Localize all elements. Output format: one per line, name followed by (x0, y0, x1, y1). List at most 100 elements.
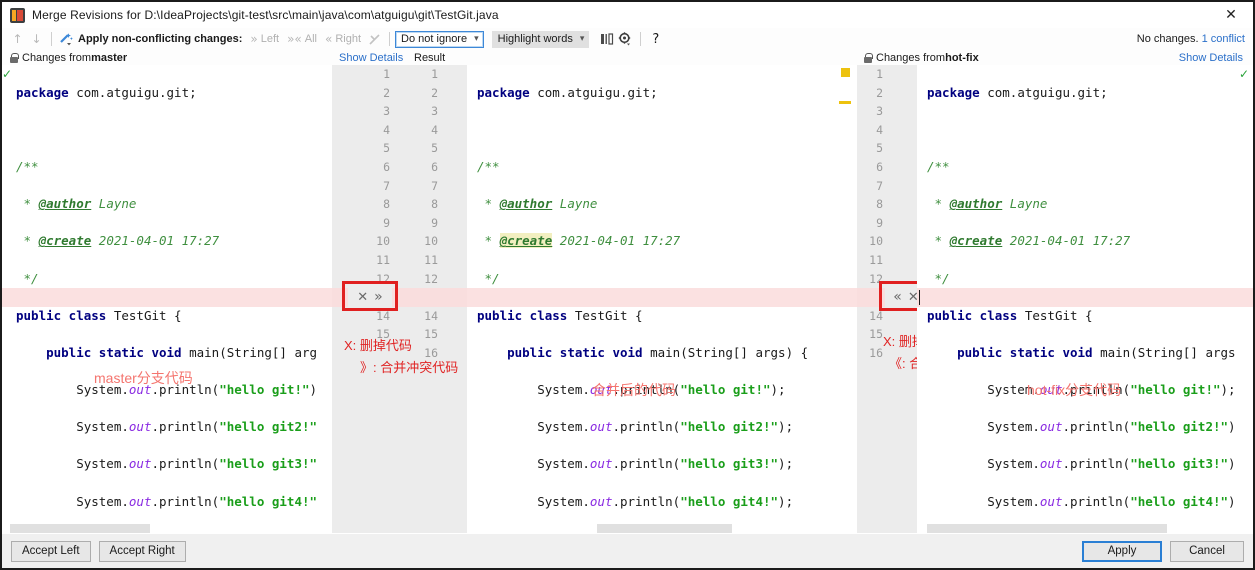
chevron-double-right-icon: » (250, 32, 258, 46)
right-hscrollbar[interactable] (917, 524, 1253, 533)
line-number: 8 (431, 197, 438, 212)
line-number: 14 (424, 308, 438, 323)
line-number: 1 (431, 67, 438, 81)
apply-left-label: Left (260, 33, 280, 45)
dialog-footer: Accept Left Accept Right Apply Cancel (2, 533, 1253, 568)
line-number: 4 (383, 122, 390, 137)
gear-icon[interactable] (616, 30, 635, 49)
code-line: /** (477, 158, 500, 174)
magic-merge-icon[interactable] (57, 30, 76, 49)
title-bar: Merge Revisions for D:\IdeaProjects\git-… (2, 2, 1253, 28)
toolbar-divider-2 (389, 32, 391, 46)
apply-all-label: All (304, 33, 318, 45)
diff-panes: ✓ package com.atguigu.git; /** * @author… (2, 65, 1253, 533)
result-label: Result (414, 51, 446, 64)
code-line: * @author Layne (16, 196, 137, 212)
compare-icon[interactable] (365, 30, 384, 49)
ignore-policy-select[interactable]: Do not ignore ▾ (395, 30, 484, 48)
code-line: System.out.println("hello git4!" (16, 493, 318, 509)
window-title: Merge Revisions for D:\IdeaProjects\git-… (32, 8, 499, 22)
accept-left-button[interactable]: Accept Left (11, 540, 91, 562)
line-number: 10 (424, 234, 438, 249)
right-remove-icon[interactable]: ✕ (908, 290, 917, 305)
close-icon[interactable]: ✕ (1209, 2, 1253, 28)
accepted-check-icon: ✓ (2, 67, 13, 81)
code-line: package com.atguigu.git; (927, 84, 1108, 100)
result-diff-pane[interactable]: package com.atguigu.git; /** * @author L… (467, 65, 857, 533)
line-number: 6 (876, 159, 883, 174)
text-caret (919, 290, 920, 305)
code-line: package com.atguigu.git; (16, 84, 197, 100)
show-details-right-link[interactable]: Show Details (1179, 50, 1243, 65)
line-number: 10 (376, 234, 390, 249)
mid-caption: 合并后的代码 (592, 382, 676, 398)
apply-left-button[interactable]: » Left (250, 32, 279, 46)
gear-glyph (619, 32, 631, 46)
show-details-left-link[interactable]: Show Details (339, 50, 403, 65)
code-line: */ (477, 270, 500, 286)
code-line: public static void main(String[] args) { (507, 344, 809, 360)
line-number: 1 (876, 67, 883, 81)
code-line: /** (16, 158, 39, 174)
conflict-count: 1 conflict (1201, 33, 1245, 45)
arrow-down-icon[interactable]: ↓ (27, 30, 46, 49)
line-number: 14 (869, 308, 883, 323)
accept-right-button[interactable]: Accept Right (98, 540, 186, 562)
mid-hscroll-thumb[interactable] (597, 524, 732, 533)
help-icon[interactable]: ? (646, 30, 665, 49)
line-number: 2 (431, 85, 438, 100)
code-line: * @author Layne (477, 196, 598, 212)
line-number: 3 (876, 104, 883, 119)
code-line: * @create 2021-04-01 17:27 (477, 233, 681, 249)
highlight-mode-select[interactable]: Highlight words ▾ (491, 30, 590, 48)
code-line: * @create 2021-04-01 17:27 (927, 233, 1131, 249)
left-hscroll-thumb[interactable] (10, 524, 150, 533)
left-pane-header: Changes from master (10, 50, 127, 65)
right-diff-pane[interactable]: ✓ package com.atguigu.git; /** * @author… (917, 65, 1253, 533)
intellij-idea-icon (10, 7, 25, 23)
line-number: 6 (431, 159, 438, 174)
code-line: */ (927, 270, 950, 286)
line-number: 11 (424, 252, 438, 267)
right-header-branch: hot-fix (945, 51, 979, 64)
left-conflict-actions[interactable]: ✕ » (348, 288, 392, 307)
code-line: public class TestGit { (16, 307, 182, 323)
left-diff-pane[interactable]: ✓ package com.atguigu.git; /** * @author… (2, 65, 332, 533)
apply-right-button[interactable]: « Right (325, 32, 361, 46)
left-conflict-band (2, 288, 332, 307)
code-line: public class TestGit { (927, 307, 1093, 323)
line-number: 12 (869, 271, 883, 286)
line-number: 4 (431, 122, 438, 137)
code-line: System.out.println("hello git3!"); (477, 456, 794, 472)
right-gutter: 12345678910111213141516 « ✕ X: 删掉代码 《: 合… (857, 65, 917, 533)
line-number: 2 (876, 85, 883, 100)
chevron-double-left-icon: « (325, 32, 333, 46)
right-conflict-actions[interactable]: « ✕ (885, 288, 917, 307)
line-number: 14 (376, 308, 390, 323)
arrow-up-icon[interactable]: ↑ (8, 30, 27, 49)
line-number: 5 (383, 141, 390, 156)
left-legend-remove: X: 删掉代码 (344, 338, 412, 353)
cancel-button[interactable]: Cancel (1170, 540, 1244, 562)
code-line: public static void main(String[] args (957, 344, 1236, 360)
right-accept-icon[interactable]: « (893, 289, 902, 305)
code-line: */ (16, 270, 39, 286)
line-number: 9 (383, 215, 390, 230)
column-layout-icon[interactable] (597, 30, 616, 49)
code-line: package com.atguigu.git; (477, 84, 658, 100)
apply-button[interactable]: Apply (1082, 540, 1162, 562)
mid-hscrollbar[interactable] (467, 524, 857, 533)
line-number: 11 (869, 252, 883, 267)
left-header-branch: master (91, 51, 128, 64)
line-number: 2 (383, 85, 390, 100)
left-hscrollbar[interactable] (2, 524, 332, 533)
apply-all-button[interactable]: »« All (287, 32, 317, 46)
ignore-policy-value: Do not ignore (401, 33, 468, 45)
left-accept-icon[interactable]: » (374, 289, 383, 305)
left-remove-icon[interactable]: ✕ (357, 290, 368, 305)
right-hscroll-thumb[interactable] (927, 524, 1167, 533)
highlight-mode-value: Highlight words (497, 33, 573, 45)
